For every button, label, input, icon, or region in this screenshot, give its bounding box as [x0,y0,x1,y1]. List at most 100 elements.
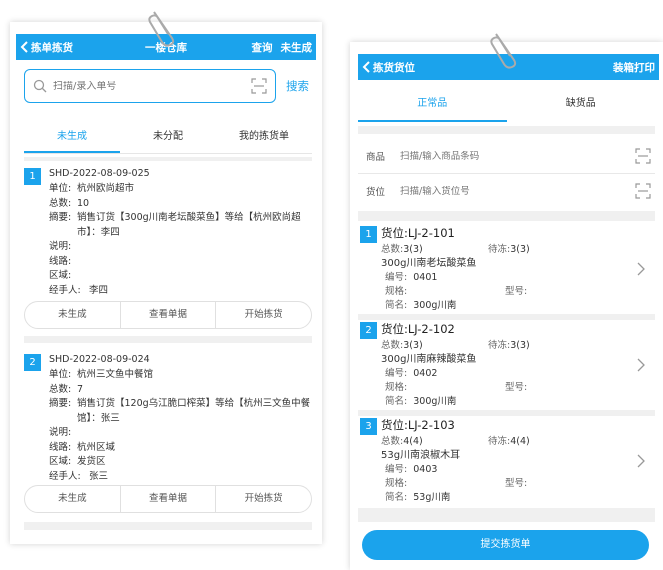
product-field: 商品 [358,140,655,172]
search-button[interactable]: 搜索 [286,78,309,94]
note-label: 说明: [49,241,72,252]
location-index: 1 [360,226,377,243]
location-label: 货位: [381,418,408,432]
product-short-name: 53g川南 [413,492,451,503]
order-code: SHD-2022-08-09-025 [49,168,150,179]
order-note [77,240,312,255]
pending-label: 待冻: [488,436,511,447]
location-index: 2 [360,322,377,339]
total-label: 总数: [381,436,404,447]
location-code: LJ-2-103 [407,418,455,432]
divider [24,522,312,530]
tab-out-of-stock[interactable]: 缺货品 [507,90,656,122]
location-field: 货位 [358,175,655,207]
order-area: 发货区 [77,456,106,467]
scan-icon[interactable] [635,183,651,199]
not-generated-button[interactable]: 未生成 [25,302,121,328]
handler-label: 经手人: [49,284,81,296]
paperclip-icon [490,33,517,69]
handler-label: 经手人: [49,470,81,482]
route-label: 线路: [49,255,72,267]
chevron-right-icon [637,358,645,372]
pending-label: 待冻: [488,244,511,255]
order-index: 1 [24,168,41,185]
order-handler: 张三 [89,470,109,482]
order-card[interactable]: 1 SHD-2022-08-09-025 单位: 杭州欧尚超市 总数: 10 摘要:… [24,166,312,332]
total-label: 总数: [381,340,404,351]
code-label: 编号: [385,464,408,475]
view-document-button[interactable]: 查看单据 [121,302,217,328]
chevron-right-icon [637,262,645,276]
location-item[interactable]: 1 货位:LJ-2-101 总数:3(3) 待冻:3(3) 300g川南老坛酸菜… [358,224,655,314]
product-field-label: 商品 [366,152,386,163]
search-icon [33,79,47,93]
location-pending: 3(3) [510,340,530,351]
order-unit: 杭州欧尚超市 [77,183,135,194]
product-code: 0401 [413,272,438,283]
tab-normal[interactable]: 正常品 [358,90,507,122]
summary-label: 摘要: [49,398,72,409]
view-document-button[interactable]: 查看单据 [121,486,217,512]
short-label: 简名: [385,492,408,503]
paperclip-icon [148,11,175,47]
location-label: 货位: [381,226,408,240]
search-input[interactable] [53,80,251,92]
total-label: 总数: [49,197,72,209]
product-short-name: 300g川南 [413,396,457,407]
spec-label: 规格: [385,382,408,393]
tab-unassigned[interactable]: 未分配 [120,124,216,153]
product-name: 300g川南老坛酸菜鱼 [381,258,477,269]
location-item[interactable]: 3 货位:LJ-2-103 总数:4(4) 待冻:4(4) 53g川南浪椒木耳 … [358,416,655,506]
model-label: 型号: [505,382,528,393]
order-actions: 未生成 查看单据 开始拣货 [24,301,312,329]
order-card[interactable]: 2 SHD-2022-08-09-024 单位: 杭州三文鱼中餐馆 总数: 7 摘要… [24,352,312,518]
order-route [77,255,312,270]
location-label: 货位: [381,322,408,336]
order-code: SHD-2022-08-09-024 [49,354,150,365]
order-area [77,269,312,284]
spec-label: 规格: [385,478,408,489]
scan-icon[interactable] [635,148,651,164]
start-picking-button[interactable]: 开始拣货 [216,302,311,328]
product-name: 53g川南浪椒木耳 [381,450,461,461]
product-barcode-input[interactable] [400,150,635,162]
status-tabs: 未生成 未分配 我的拣货单 [24,124,312,154]
order-list-screen: 拣单拣货 一楼仓库 查询 未生成 搜索 未生成 未分配 我的拣货单 1 SHD-… [10,22,322,544]
divider [358,126,655,134]
location-pending: 4(4) [510,436,530,447]
total-label: 总数: [49,383,72,395]
location-field-label: 货位 [366,187,386,198]
query-button[interactable]: 查询 [252,40,273,55]
pending-label: 待冻: [488,340,511,351]
location-total: 4(4) [403,436,423,447]
back-button[interactable]: 拣单拣货 [16,40,73,55]
not-generated-button[interactable]: 未生成 [25,486,121,512]
model-label: 型号: [505,478,528,489]
tab-my-picking[interactable]: 我的拣货单 [216,124,312,153]
start-picking-button[interactable]: 开始拣货 [216,486,311,512]
tab-not-generated[interactable]: 未生成 [24,124,120,153]
divider [24,336,312,343]
summary-label: 摘要: [49,212,72,223]
location-total: 3(3) [403,340,423,351]
location-pending: 3(3) [510,244,530,255]
total-label: 总数: [381,244,404,255]
status-filter-button[interactable]: 未生成 [281,40,313,55]
product-code: 0402 [413,368,438,379]
location-code: LJ-2-102 [407,322,455,336]
unit-label: 单位: [49,369,72,380]
back-button[interactable]: 拣货货位 [358,60,415,75]
search-box[interactable] [24,69,276,103]
order-note [77,426,312,441]
chevron-left-icon [362,61,370,73]
order-total: 10 [77,197,90,209]
location-item[interactable]: 2 货位:LJ-2-102 总数:3(3) 待冻:3(3) 300g川南麻辣酸菜… [358,320,655,410]
order-actions: 未生成 查看单据 开始拣货 [24,485,312,513]
product-tabs: 正常品 缺货品 [358,90,655,122]
area-label: 区域: [49,456,72,467]
submit-picking-button[interactable]: 提交拣货单 [362,530,649,560]
scan-icon[interactable] [251,78,267,94]
location-number-input[interactable] [400,185,635,197]
order-summary: 销售订货【120g乌江脆口榨菜】等给【杭州三文鱼中餐馆】：张三 [77,398,311,424]
pack-print-button[interactable]: 装箱打印 [613,60,655,75]
